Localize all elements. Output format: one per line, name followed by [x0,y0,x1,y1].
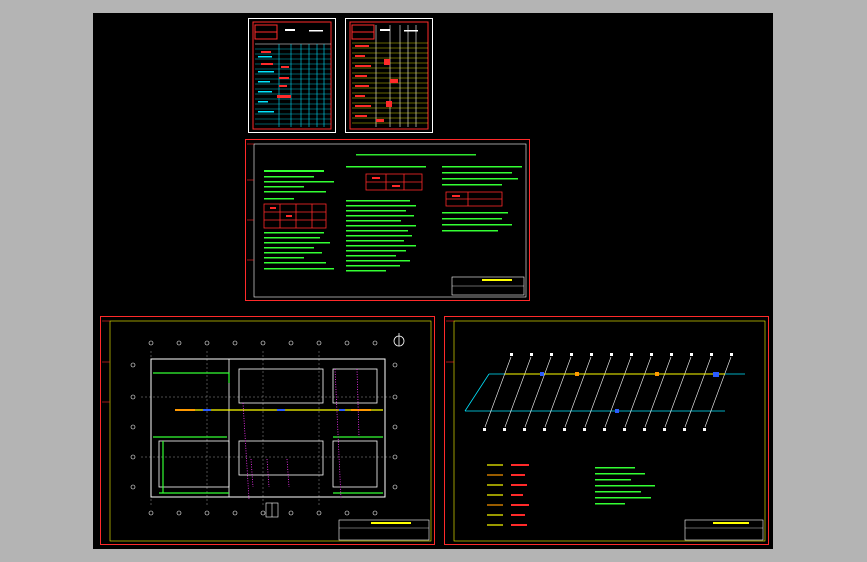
floor-plan-sheet[interactable] [100,316,435,545]
design-notes-sheet[interactable] [245,139,530,301]
material-list-2-drawing [349,21,429,130]
model-space-canvas[interactable] [93,13,773,549]
design-notes-drawing [247,143,527,298]
floor-plan-drawing [102,320,432,542]
system-diagram-sheet[interactable] [444,316,769,545]
material-list-1-drawing [252,21,332,130]
material-list-sheet-2[interactable] [345,18,433,133]
north-arrow-icon [393,333,405,347]
material-list-sheet-1[interactable] [248,18,336,133]
system-diagram-drawing [446,320,766,542]
